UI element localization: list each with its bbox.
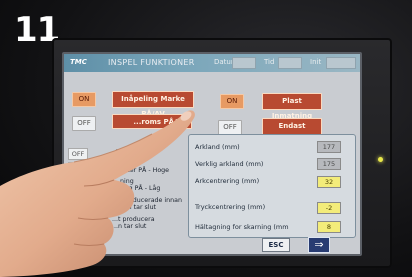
arkcentrering-value[interactable]: 32 [317,176,341,188]
screen-title: INSPEL FUNKTIONER [108,58,195,67]
touch-screen: TMC INSPEL FUNKTIONER Datum Tid Init ON … [62,52,362,256]
time-value-box [278,57,302,69]
plast-inmatning-button[interactable]: Plast Inmatning [262,93,322,120]
option-text-2: ...tryck ...ster PÅ - Hoge [118,160,170,174]
option-text-3: ...ning ...Hog PÅ - Låg [114,178,161,192]
time-label: Tid [264,58,275,66]
brand-logo: TMC [70,58,87,66]
arkland-label: Arkland (mm) [195,143,240,151]
option-state-1[interactable]: OFF [68,148,88,160]
option-state-2[interactable]: OFF [68,162,88,174]
tryckcentrering-label: Tryckcentrering (mm) [195,203,266,211]
measurement-panel: Arkland (mm) 177 Verklig arkland (mm) 17… [188,134,356,238]
state-indicator-on-1[interactable]: ON [72,92,96,107]
verklig-arkland-value: 175 [317,158,341,170]
inspeling-marke-button[interactable]: Inåpeling Marke PÅ/AV [112,91,194,118]
arkcentrering-label: Arkcentrering (mm) [195,177,260,185]
next-arrow-button[interactable]: ⇒ [308,237,330,253]
haltagning-label: Hältagning for skarning (mm [195,223,289,231]
esc-button[interactable]: ESC [262,238,290,252]
init-value-box [326,57,356,69]
tryckcentrering-value[interactable]: -2 [317,202,341,214]
arkland-value: 177 [317,141,341,153]
option-text-5: ...t producera ...n tar slut [112,216,155,230]
roms-toggle-button[interactable]: ...roms PÅ/AV [112,114,192,129]
init-label: Init [310,58,322,66]
state-indicator-off-1[interactable]: OFF [72,116,96,131]
option-text-4: ...t producerade innan ...sten tar slut [112,197,183,211]
verklig-arkland-label: Verklig arkland (mm) [195,160,264,168]
option-text-1: ...lt, don [110,149,137,156]
endast-plastling-button[interactable]: Endast Plastling [262,118,322,145]
date-value-box [232,57,256,69]
haltagning-value[interactable]: 8 [317,221,341,233]
state-indicator-on-2[interactable]: ON [220,94,244,109]
power-led [378,157,383,162]
state-indicator-off-2[interactable]: OFF [218,120,242,135]
photo: 11 TMC INSPEL FUNKTIONER Datum Tid Init … [0,0,412,277]
title-bar: TMC INSPEL FUNKTIONER Datum Tid Init [64,54,360,72]
